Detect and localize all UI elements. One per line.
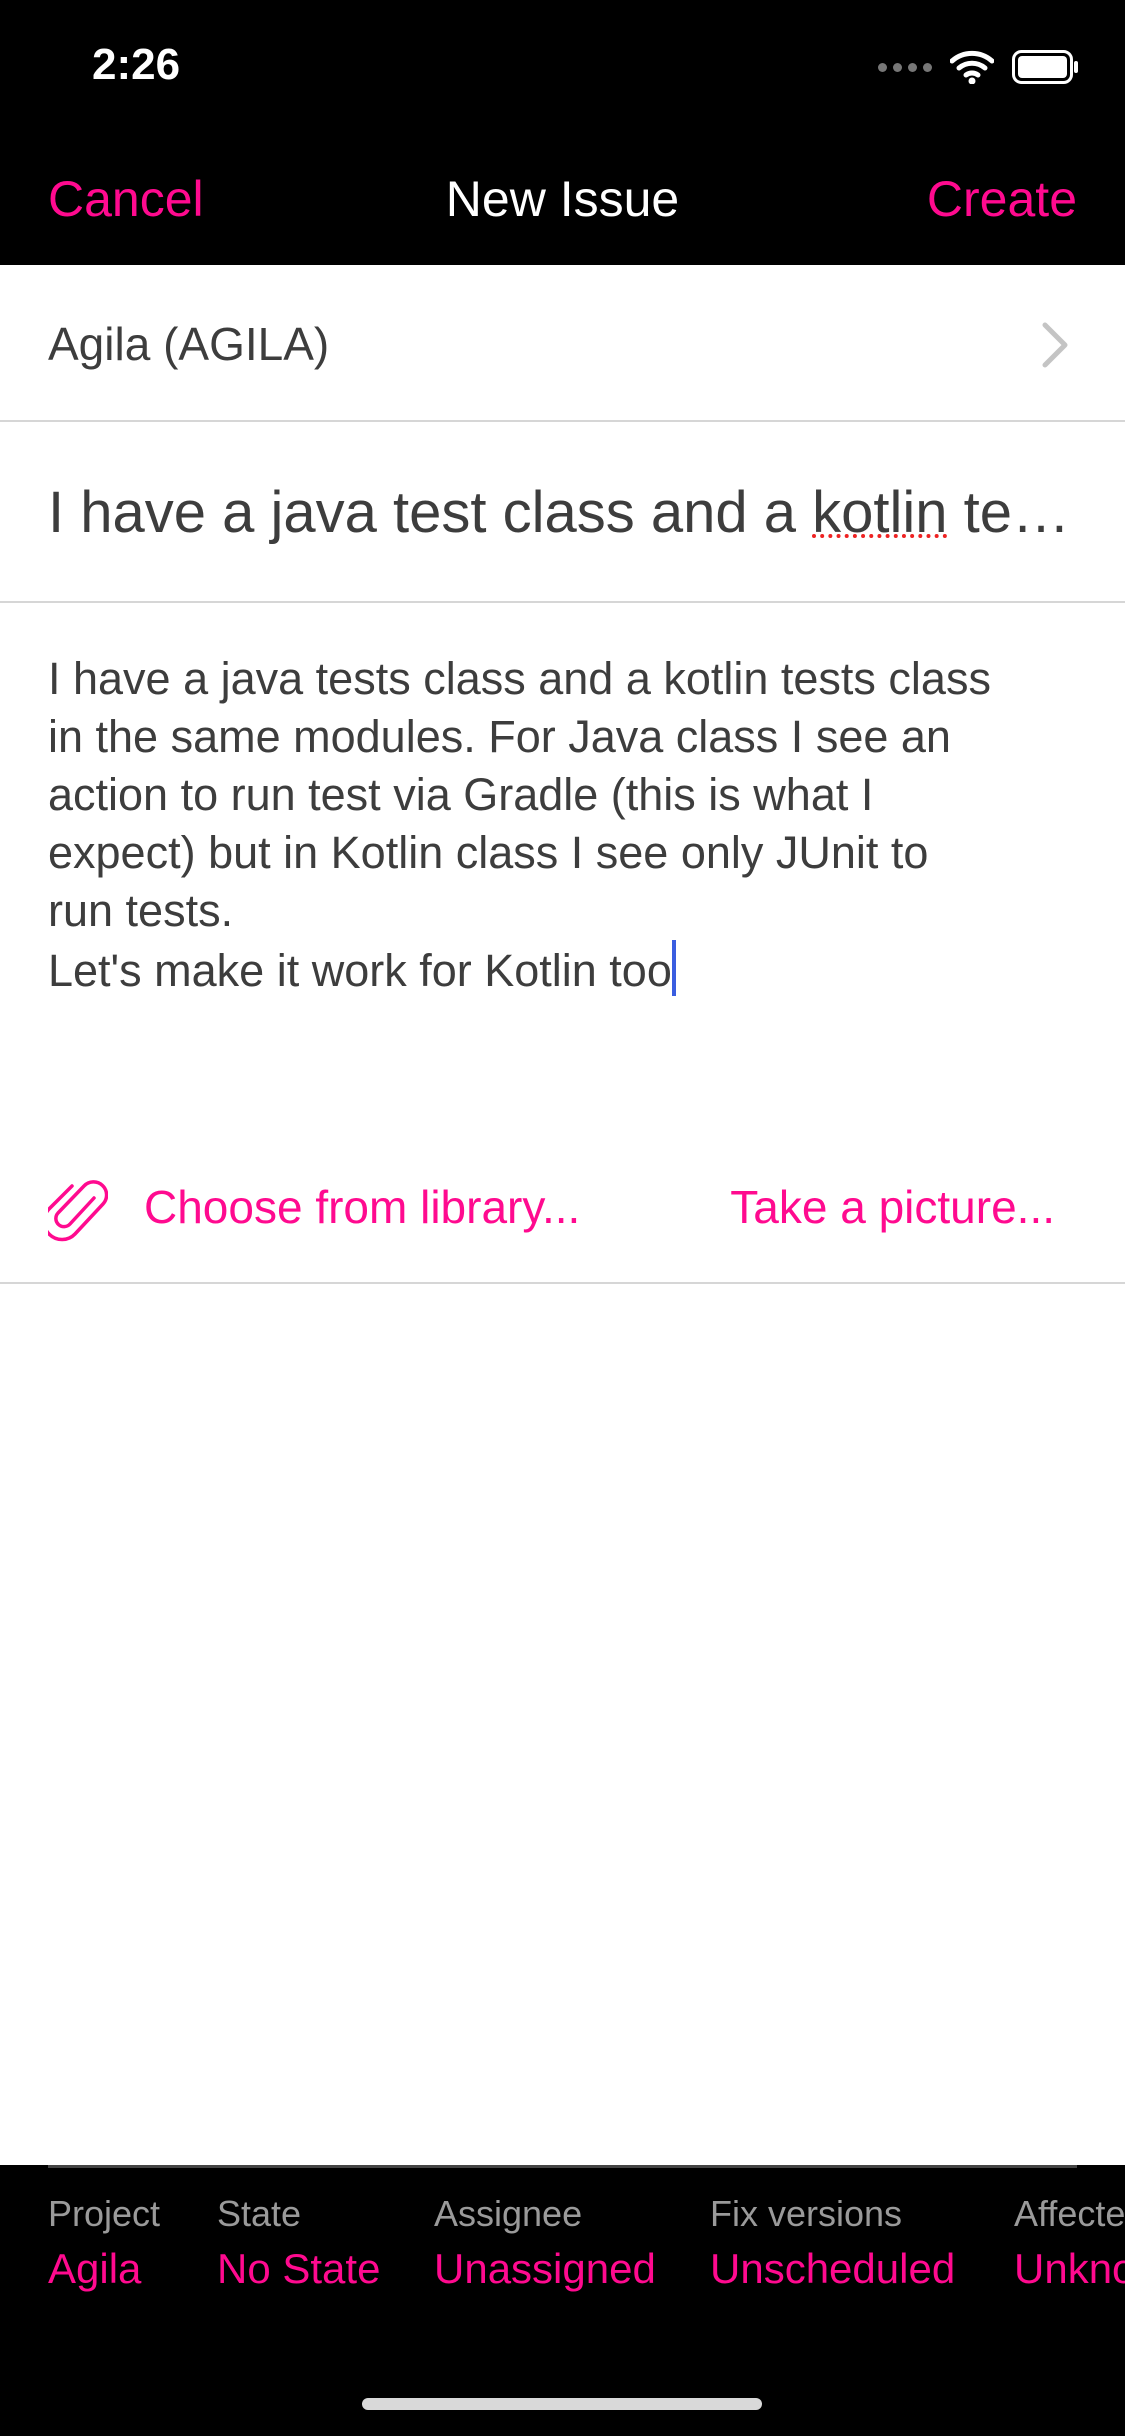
- project-selector-row[interactable]: Agila (AGILA): [0, 265, 1125, 422]
- description-field[interactable]: I have a java tests class and a kotlin t…: [48, 650, 1088, 1000]
- field-label: State: [217, 2193, 302, 2234]
- paperclip-icon: [48, 1180, 108, 1242]
- misspelled-word: kotlin: [812, 480, 948, 545]
- description-line: Let's make it work for Kotlin too: [48, 945, 672, 996]
- summary-text: I have a java test class and a kotlin te…: [48, 479, 1078, 546]
- summary-text-after: tes…: [963, 480, 1078, 545]
- project-selector-label: Agila (AGILA): [48, 318, 330, 370]
- field-fix-versions[interactable]: Fix versions Unscheduled: [710, 2193, 955, 2293]
- field-value: Unscheduled: [710, 2245, 956, 2292]
- top-bar: 2:26 Cancel New Issue Create: [0, 0, 1125, 265]
- field-assignee[interactable]: Assignee Unassigned: [434, 2193, 656, 2293]
- field-value: Agila: [48, 2245, 142, 2292]
- summary-text-before: I have a java test class and a: [48, 480, 813, 545]
- battery-icon: [1012, 50, 1078, 84]
- field-label: Assignee: [434, 2193, 583, 2234]
- field-value: Unknown: [1014, 2245, 1125, 2292]
- home-indicator: [362, 2398, 762, 2410]
- status-icons: [878, 50, 1080, 84]
- wifi-icon: [950, 50, 994, 84]
- field-project[interactable]: Project Agila: [48, 2193, 160, 2293]
- divider: [48, 2165, 1077, 2168]
- field-label: Project: [48, 2193, 161, 2234]
- status-time: 2:26: [92, 40, 181, 89]
- description-line: expect) but in Kotlin class I see only J…: [48, 827, 929, 878]
- summary-field[interactable]: I have a java test class and a kotlin te…: [0, 421, 1125, 603]
- field-label: Affected versions: [1014, 2193, 1125, 2234]
- field-label: Fix versions: [710, 2193, 903, 2234]
- chevron-right-icon: [1042, 322, 1068, 368]
- description-line: I have a java tests class and a kotlin t…: [48, 653, 991, 704]
- take-picture-button[interactable]: Take a picture...: [730, 1180, 1055, 1234]
- signal-dots-icon: [878, 62, 932, 72]
- create-button[interactable]: Create: [927, 170, 1077, 228]
- field-value: Unassigned: [434, 2245, 656, 2292]
- description-line: run tests.: [48, 885, 234, 936]
- choose-from-library-button[interactable]: Choose from library...: [144, 1180, 580, 1234]
- attachments-row: Choose from library... Take a picture...: [0, 1140, 1125, 1284]
- field-value: No State: [217, 2245, 381, 2292]
- description-line: in the same modules. For Java class I se…: [48, 711, 951, 762]
- text-caret: [671, 940, 676, 996]
- field-affected-versions[interactable]: Affected versions Unknown: [1014, 2193, 1125, 2293]
- description-line: action to run test via Gradle (this is w…: [48, 769, 874, 820]
- field-state[interactable]: State No State: [217, 2193, 380, 2293]
- issue-fields-bar: Project Agila State No State Assignee Un…: [0, 2165, 1125, 2436]
